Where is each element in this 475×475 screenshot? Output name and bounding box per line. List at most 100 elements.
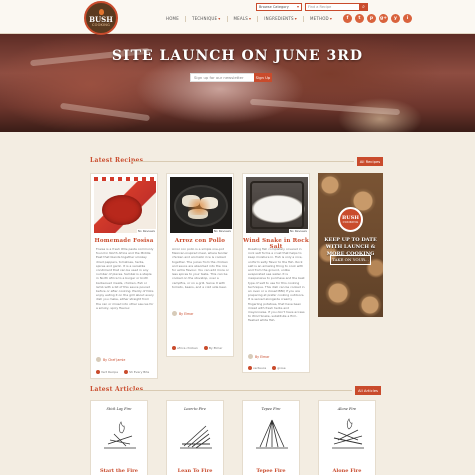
recipe-author[interactable]: By Elmar xyxy=(172,311,193,316)
meta-item: Sh Every Bite xyxy=(129,370,150,374)
nav-label: HOME xyxy=(166,16,179,21)
tag-icon xyxy=(172,346,176,350)
hero-texture xyxy=(60,102,150,122)
recipe-author[interactable]: By Elmar xyxy=(248,354,269,359)
chevron-down-icon: ▾ xyxy=(218,16,221,21)
logo-text: BUSH xyxy=(89,15,113,24)
nav-label: MEALS xyxy=(233,16,248,21)
instagram-icon[interactable]: i xyxy=(403,14,412,23)
all-recipes-button[interactable]: All Recipes xyxy=(357,157,383,166)
reviews-badge: No Reviews xyxy=(288,229,308,233)
article-sketch-label: Tepee Fire xyxy=(261,407,281,411)
article-title[interactable]: Alone Fire xyxy=(319,468,375,474)
promo-logo-subtext: COOKING xyxy=(342,220,359,224)
tag-icon xyxy=(203,346,208,350)
tepee-fire-sketch-icon xyxy=(256,419,288,449)
pinterest-icon[interactable]: p xyxy=(367,14,376,23)
promo-banner: BUSH COOKING KEEP UP TO DATE WITH LAUNCH… xyxy=(318,173,383,317)
nav-item-technique[interactable]: TECHNIQUE▾ xyxy=(184,16,227,22)
google-plus-icon[interactable]: g+ xyxy=(379,14,388,23)
meta-item: grose xyxy=(277,366,286,370)
meta-item: Vert Recipe xyxy=(101,370,119,374)
recipe-card[interactable]: No Reviews Wind Snake in Rock Salt Roast… xyxy=(242,173,310,373)
category-select[interactable]: Browse Category ▾ xyxy=(256,3,302,11)
recipe-author[interactable]: By Chef Jamie xyxy=(96,357,125,362)
chevron-down-icon: ▾ xyxy=(249,16,252,21)
recipe-card[interactable]: No Reviews Homemade Fosisa Fosisa is a f… xyxy=(90,173,158,379)
meta-item: vertauce xyxy=(253,366,267,370)
article-card[interactable]: Tepee Fire Tepee Fire xyxy=(242,400,300,475)
author-name: By Elmar xyxy=(255,354,270,359)
search-placeholder: Find a Recipe xyxy=(308,5,332,9)
social-links: f t p g+ y i xyxy=(343,14,412,23)
article-title[interactable]: Tepee Fire xyxy=(243,468,299,474)
youtube-icon[interactable]: y xyxy=(391,14,400,23)
article-title[interactable]: Lean To Fire xyxy=(167,468,223,474)
site-logo[interactable]: BUSH COOKING xyxy=(84,1,118,35)
article-card[interactable]: Alone Fire Alone Fire xyxy=(318,400,376,475)
search-input[interactable]: Find a Recipe xyxy=(305,3,360,11)
reviews-badge: No Reviews xyxy=(212,229,232,233)
hero-title: SITE LAUNCH ON JUNE 3RD xyxy=(111,48,364,64)
nav-label: INGREDIENTS xyxy=(264,16,294,21)
article-title[interactable]: Start the Fire xyxy=(91,468,147,474)
section-divider xyxy=(132,161,354,162)
article-card[interactable]: Stick Lay Fire Start the Fire xyxy=(90,400,148,475)
section-divider xyxy=(134,390,352,391)
search-icon: ⌕ xyxy=(362,4,365,10)
article-card[interactable]: Lean-to Fire Lean To Fire xyxy=(166,400,224,475)
main-nav: HOME TECHNIQUE▾ MEALS▾ INGREDIENTS▾ METH… xyxy=(160,15,338,23)
nav-item-method[interactable]: METHOD▾ xyxy=(302,16,338,22)
top-bar: BUSH COOKING Browse Category ▾ Find a Re… xyxy=(0,0,475,35)
recipe-image xyxy=(246,177,308,233)
recipe-image xyxy=(170,177,232,233)
meta-item: By Elmar xyxy=(208,346,223,350)
stick-fire-sketch-icon xyxy=(104,421,136,449)
recipe-description: Arroz con pollo is a simple one-pot Mexi… xyxy=(172,247,229,289)
tag-icon xyxy=(96,370,100,374)
recipe-card[interactable]: No Reviews Arroz con Pollo Arroz con pol… xyxy=(166,173,234,357)
avatar xyxy=(96,357,101,362)
recipe-meta: africa chicken By Elmar xyxy=(172,346,222,350)
recipe-title[interactable]: Arroz con Pollo xyxy=(167,238,233,244)
meta-item: africa chicken xyxy=(177,346,198,350)
article-sketch-label: Stick Lay Fire xyxy=(106,407,132,411)
log-fire-sketch-icon xyxy=(332,418,364,449)
article-sketch-label: Alone Fire xyxy=(337,407,357,411)
reviews-badge: No Reviews xyxy=(136,229,156,233)
recipe-description: Roasting fish completely covered in rock… xyxy=(248,247,305,323)
hero-banner: SITE LAUNCH ON JUNE 3RD Sign up for our … xyxy=(0,34,475,132)
nav-item-home[interactable]: HOME xyxy=(160,16,185,22)
author-name: By Chef Jamie xyxy=(103,357,126,362)
article-sketch-label: Lean-to Fire xyxy=(184,407,206,411)
all-articles-button[interactable]: All Articles xyxy=(355,386,381,395)
nav-item-ingredients[interactable]: INGREDIENTS▾ xyxy=(257,16,303,22)
recipe-meta: Vert Recipe Sh Every Bite xyxy=(96,370,149,374)
recipe-title[interactable]: Homemade Fosisa xyxy=(91,238,157,244)
chevron-down-icon: ▾ xyxy=(296,4,299,9)
lean-to-fire-sketch-icon xyxy=(180,425,212,449)
author-name: By Elmar xyxy=(179,311,194,316)
recipe-meta: vertauce grose xyxy=(248,366,286,370)
hero-texture xyxy=(249,98,401,116)
avatar xyxy=(172,311,177,316)
tag-icon xyxy=(272,366,277,370)
nav-item-meals[interactable]: MEALS▾ xyxy=(226,16,258,22)
chevron-down-icon: ▾ xyxy=(329,16,333,21)
recipe-image xyxy=(94,177,156,233)
newsletter-placeholder: Sign up for our newsletter xyxy=(194,75,244,80)
facebook-icon[interactable]: f xyxy=(343,14,352,23)
tag-icon xyxy=(124,370,129,374)
avatar xyxy=(248,354,253,359)
recipe-description: Fosisa is a fresh little pasta commonly … xyxy=(96,247,154,310)
nav-label: TECHNIQUE xyxy=(191,16,218,21)
logo-subtext: COOKING xyxy=(91,23,110,27)
tag-icon xyxy=(248,366,252,370)
twitter-icon[interactable]: t xyxy=(355,14,364,23)
nav-label: METHOD xyxy=(309,16,329,21)
signup-button[interactable]: Sign Up xyxy=(254,73,272,82)
chevron-down-icon: ▾ xyxy=(294,16,297,21)
search-button[interactable]: ⌕ xyxy=(359,3,368,11)
promo-button[interactable]: TAKE ON YOUR... xyxy=(330,255,371,265)
category-select-value: Browse Category xyxy=(259,5,289,9)
